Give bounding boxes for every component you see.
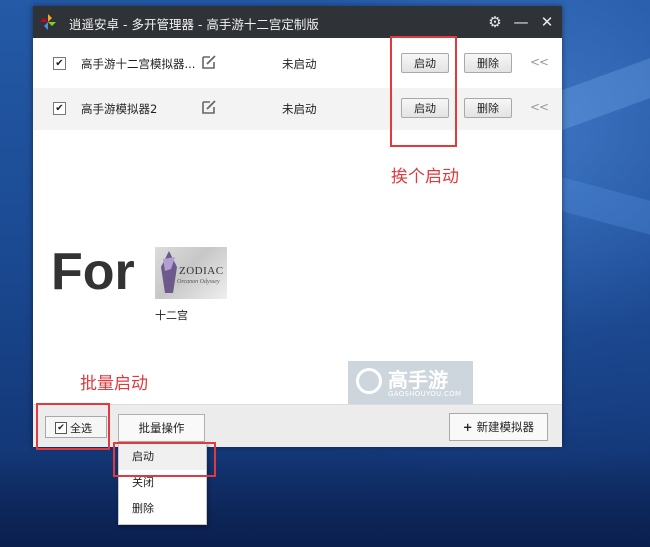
annotation-batch-start: 批量启动 [80,374,148,394]
emulator-row: ✔ 高手游模拟器2 未启动 启动 删除 << [33,88,562,130]
batch-operation-button[interactable]: 批量操作 [118,414,205,442]
expand-icon[interactable]: << [530,100,549,114]
bottom-toolbar: ✔ 全选 批量操作 + 新建模拟器 [33,404,562,447]
emulator-name: 高手游十二宫模拟器... [81,57,196,71]
emulator-status: 未启动 [282,57,317,71]
promo-for-text: For [51,243,135,301]
new-emulator-label: 新建模拟器 [476,420,535,434]
multi-instance-manager-window: 逍遥安卓 - 多开管理器 - 高手游十二宫定制版 ⚙ — ✕ ✔ 高手游十二宫模… [33,6,562,450]
minimize-icon[interactable]: — [511,12,531,32]
highlight-box-start-buttons [390,36,457,147]
menu-item-delete[interactable]: 删除 [119,496,206,522]
wallpaper-shadow [0,450,650,547]
emulator-name: 高手游模拟器2 [81,102,158,116]
expand-icon[interactable]: << [530,55,549,69]
title-bar[interactable]: 逍遥安卓 - 多开管理器 - 高手游十二宫定制版 ⚙ — ✕ [33,6,562,38]
gaoshouyou-watermark: 高手游 GAOSHOUYOU.COM [348,361,473,405]
game-logo-text: ZODIAC [179,265,224,277]
game-caption: 十二宫 [155,309,188,322]
highlight-box-menu-start [113,442,216,477]
wallpaper-light [560,176,650,238]
watermark-logo-icon [356,368,382,394]
game-character-icon [161,251,177,293]
window-title: 逍遥安卓 - 多开管理器 - 高手游十二宫定制版 [69,17,319,32]
edit-icon[interactable] [201,99,217,115]
game-logo-subtitle: Orcanon Odyssey [177,279,220,285]
watermark-subtext: GAOSHOUYOU.COM [388,390,462,398]
row-checkbox[interactable]: ✔ [53,102,66,115]
close-icon[interactable]: ✕ [537,12,557,32]
delete-button[interactable]: 删除 [464,53,512,73]
watermark-text: 高手游 [388,368,448,392]
app-logo-icon [40,14,56,30]
emulator-status: 未启动 [282,102,317,116]
edit-icon[interactable] [201,54,217,70]
row-checkbox[interactable]: ✔ [53,57,66,70]
emulator-row: ✔ 高手游十二宫模拟器... 未启动 启动 删除 << [33,43,562,85]
game-logo-image: ZODIAC Orcanon Odyssey [155,247,227,299]
annotation-single-start: 挨个启动 [391,167,459,187]
highlight-box-select-all [36,403,110,450]
new-emulator-button[interactable]: + 新建模拟器 [449,413,548,441]
gear-icon[interactable]: ⚙ [485,12,505,32]
delete-button[interactable]: 删除 [464,98,512,118]
plus-icon: + [462,420,477,434]
